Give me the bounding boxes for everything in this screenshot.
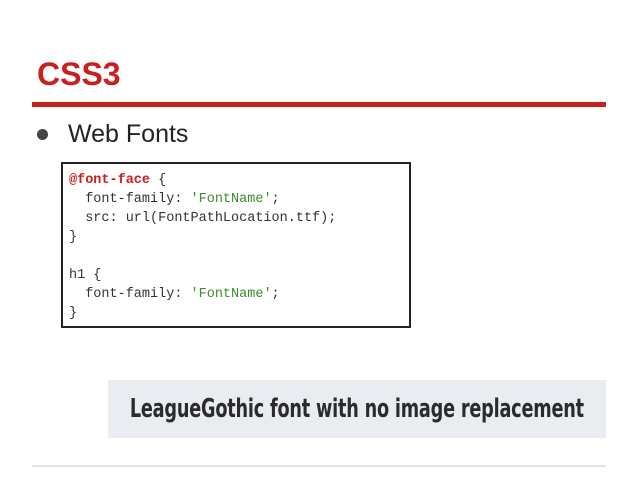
code-keyword: @font-face	[69, 173, 151, 188]
footer-divider	[32, 465, 606, 467]
code-string: 'FontName'	[190, 192, 272, 207]
code-text: font-family:	[69, 192, 191, 207]
code-line-2: font-family: 'FontName';	[69, 190, 403, 209]
code-text: ;	[271, 192, 280, 207]
bullet-text: Web Fonts	[68, 120, 189, 148]
font-sample-banner: LeagueGothic font with no image replacem…	[108, 380, 606, 438]
code-text: {	[150, 173, 167, 188]
banner-text: LeagueGothic font with no image replacem…	[129, 394, 585, 424]
bullet-item: Web Fonts	[37, 118, 188, 150]
title-underline	[32, 102, 606, 107]
code-line-4: }	[69, 230, 78, 245]
code-line-7: font-family: 'FontName';	[69, 285, 403, 304]
code-line-6: h1 {	[69, 268, 102, 283]
code-line-3: src: url(FontPathLocation.ttf);	[69, 211, 337, 226]
bullet-dot-icon	[37, 128, 48, 140]
code-line-8: }	[69, 306, 78, 321]
slide-title: CSS3	[37, 56, 121, 92]
code-string: 'FontName'	[190, 287, 272, 302]
code-block: @font-face { font-family: 'FontName'; sr…	[61, 162, 411, 328]
code-text: font-family:	[69, 287, 191, 302]
code-text: ;	[271, 287, 280, 302]
code-line-1: @font-face {	[69, 171, 403, 190]
